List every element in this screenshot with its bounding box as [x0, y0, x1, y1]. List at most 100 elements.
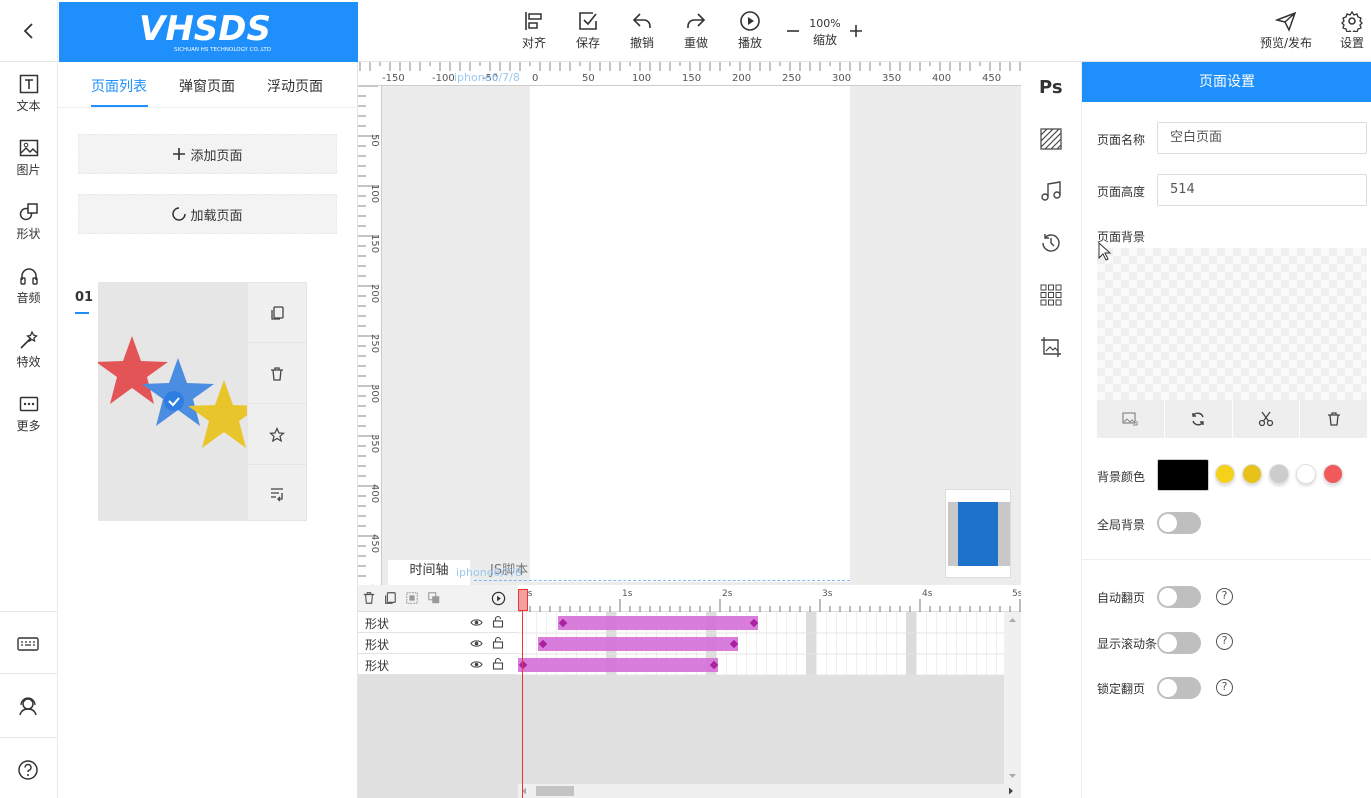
- bg-color-picker[interactable]: [1157, 459, 1209, 491]
- text-icon: [19, 74, 38, 94]
- show-scrollbar-toggle[interactable]: [1157, 632, 1201, 654]
- insert-icon: [271, 487, 283, 501]
- trash-icon: [363, 592, 375, 604]
- unlock-icon: [492, 636, 504, 649]
- brand-logo: VHSDS SICHUAN HS TECHNOLOGY CO.,LTD: [59, 2, 358, 62]
- undo-button[interactable]: 撤销: [620, 10, 664, 51]
- delete-page-button[interactable]: [248, 344, 306, 404]
- replace-image-button[interactable]: [1097, 400, 1165, 438]
- save-button[interactable]: 保存: [566, 10, 610, 51]
- vertical-scrollbar[interactable]: [1004, 612, 1021, 784]
- more-tool[interactable]: 更多: [0, 394, 57, 434]
- favorite-page-button[interactable]: [248, 405, 306, 465]
- unlock-icon: [492, 657, 504, 670]
- help-button[interactable]: [17, 759, 39, 781]
- grid-button[interactable]: [1040, 284, 1062, 306]
- layer-row[interactable]: 形状: [358, 633, 518, 654]
- texture-button[interactable]: [1040, 128, 1062, 150]
- history-icon: [1042, 234, 1060, 252]
- back-button[interactable]: [0, 0, 58, 62]
- publish-button[interactable]: 预览/发布: [1256, 10, 1316, 51]
- global-bg-label: 全局背景: [1097, 518, 1146, 532]
- color-swatch[interactable]: [1323, 464, 1343, 484]
- layer-row[interactable]: 形状: [358, 612, 518, 633]
- redo-button[interactable]: 重做: [674, 10, 718, 51]
- checkbox-save-icon: [579, 12, 597, 30]
- photoshop-import-button[interactable]: Ps: [1039, 77, 1063, 98]
- align-button[interactable]: 对齐: [512, 10, 556, 51]
- page-name-input[interactable]: 空白页面: [1157, 122, 1367, 154]
- zoom-out-button[interactable]: [786, 24, 800, 38]
- page-thumbnail[interactable]: [98, 282, 248, 521]
- music-button[interactable]: [1040, 180, 1062, 202]
- page-height-label: 页面高度: [1097, 185, 1146, 199]
- add-page-button[interactable]: 添加页面: [78, 134, 337, 174]
- playhead-handle[interactable]: [518, 589, 528, 611]
- help-icon[interactable]: ?: [1216, 633, 1233, 650]
- help-icon[interactable]: ?: [1216, 588, 1233, 605]
- support-button[interactable]: [17, 695, 39, 717]
- horizontal-scrollbar[interactable]: [518, 784, 1021, 798]
- ruler-y-label: 250: [369, 334, 380, 353]
- lock-flip-toggle[interactable]: [1157, 677, 1201, 699]
- delete-bg-button[interactable]: [1300, 400, 1367, 438]
- minimap[interactable]: [945, 489, 1011, 578]
- tab-page-list[interactable]: 页面列表: [91, 76, 147, 96]
- color-swatch[interactable]: [1296, 464, 1316, 484]
- play-icon: [740, 11, 760, 31]
- color-swatch[interactable]: [1242, 464, 1262, 484]
- timeline-tracks[interactable]: [518, 612, 1004, 675]
- layer-row[interactable]: 形状: [358, 654, 518, 675]
- auto-flip-toggle[interactable]: [1157, 586, 1201, 608]
- global-bg-toggle[interactable]: [1157, 512, 1201, 534]
- ruler-x-label: 350: [882, 73, 901, 84]
- lock-flip-label: 锁定翻页: [1097, 682, 1146, 696]
- history-button[interactable]: [1040, 232, 1062, 254]
- page-canvas[interactable]: [530, 86, 850, 582]
- page-boundary-line: [474, 580, 850, 581]
- color-swatch[interactable]: [1269, 464, 1289, 484]
- pages-panel: 页面列表 弹窗页面 浮动页面 添加页面 加载页面 01: [58, 62, 358, 798]
- ruler-x-label: 200: [732, 73, 751, 84]
- ruler-x-label: 300: [832, 73, 851, 84]
- page-settings-panel: 页面设置 页面名称 空白页面 页面高度 514 页面背景 背景颜色 全局背景 自…: [1081, 62, 1371, 798]
- page-bg-preview[interactable]: [1097, 248, 1367, 400]
- copy-icon: [385, 592, 396, 604]
- help-icon[interactable]: ?: [1216, 679, 1233, 696]
- canvas-area[interactable]: -150 -100 -50 0 50 100 150 200 250 300 350 400 450 5…: [358, 62, 1021, 585]
- trash-icon: [1327, 412, 1340, 426]
- color-swatch[interactable]: [1215, 464, 1235, 484]
- load-page-button[interactable]: 加载页面: [78, 194, 337, 234]
- ruler-y-label: 300: [369, 384, 380, 403]
- cut-bg-button[interactable]: [1233, 400, 1301, 438]
- magic-wand-icon: [19, 330, 38, 349]
- send-icon: [1275, 11, 1297, 32]
- show-scrollbar-label: 显示滚动条: [1097, 637, 1158, 651]
- ruler-y-label: 200: [369, 284, 380, 303]
- effects-tool[interactable]: 特效: [0, 330, 57, 370]
- audio-tool[interactable]: 音频: [0, 266, 57, 306]
- shape-tool[interactable]: 形状: [0, 202, 57, 242]
- tab-popup-pages[interactable]: 弹窗页面: [179, 76, 235, 96]
- trash-icon: [271, 366, 283, 381]
- refresh-bg-button[interactable]: [1165, 400, 1233, 438]
- settings-button[interactable]: 设置: [1332, 10, 1371, 51]
- scissors-icon: [1258, 411, 1274, 427]
- selected-check-icon: [164, 391, 184, 411]
- svg-text:SICHUAN HS TECHNOLOGY CO.,LTD: SICHUAN HS TECHNOLOGY CO.,LTD: [174, 47, 271, 53]
- zoom-in-button[interactable]: [849, 24, 863, 38]
- copy-page-button[interactable]: [248, 283, 306, 343]
- page-height-input[interactable]: 514: [1157, 174, 1367, 206]
- ruler-x-label: 0: [532, 73, 538, 84]
- image-tool[interactable]: 图片: [0, 138, 57, 178]
- keyboard-button[interactable]: [17, 635, 39, 653]
- play-button[interactable]: 播放: [728, 10, 772, 51]
- page-actions: [247, 282, 307, 521]
- insert-page-button[interactable]: [248, 466, 306, 521]
- text-tool[interactable]: 文本: [0, 74, 57, 114]
- grid-icon: [1040, 284, 1062, 306]
- crop-image-button[interactable]: [1040, 336, 1062, 358]
- auto-flip-label: 自动翻页: [1097, 591, 1146, 605]
- time-ruler: 0s1s2s3s4s5s: [518, 585, 1021, 612]
- tab-floating-pages[interactable]: 浮动页面: [267, 76, 323, 96]
